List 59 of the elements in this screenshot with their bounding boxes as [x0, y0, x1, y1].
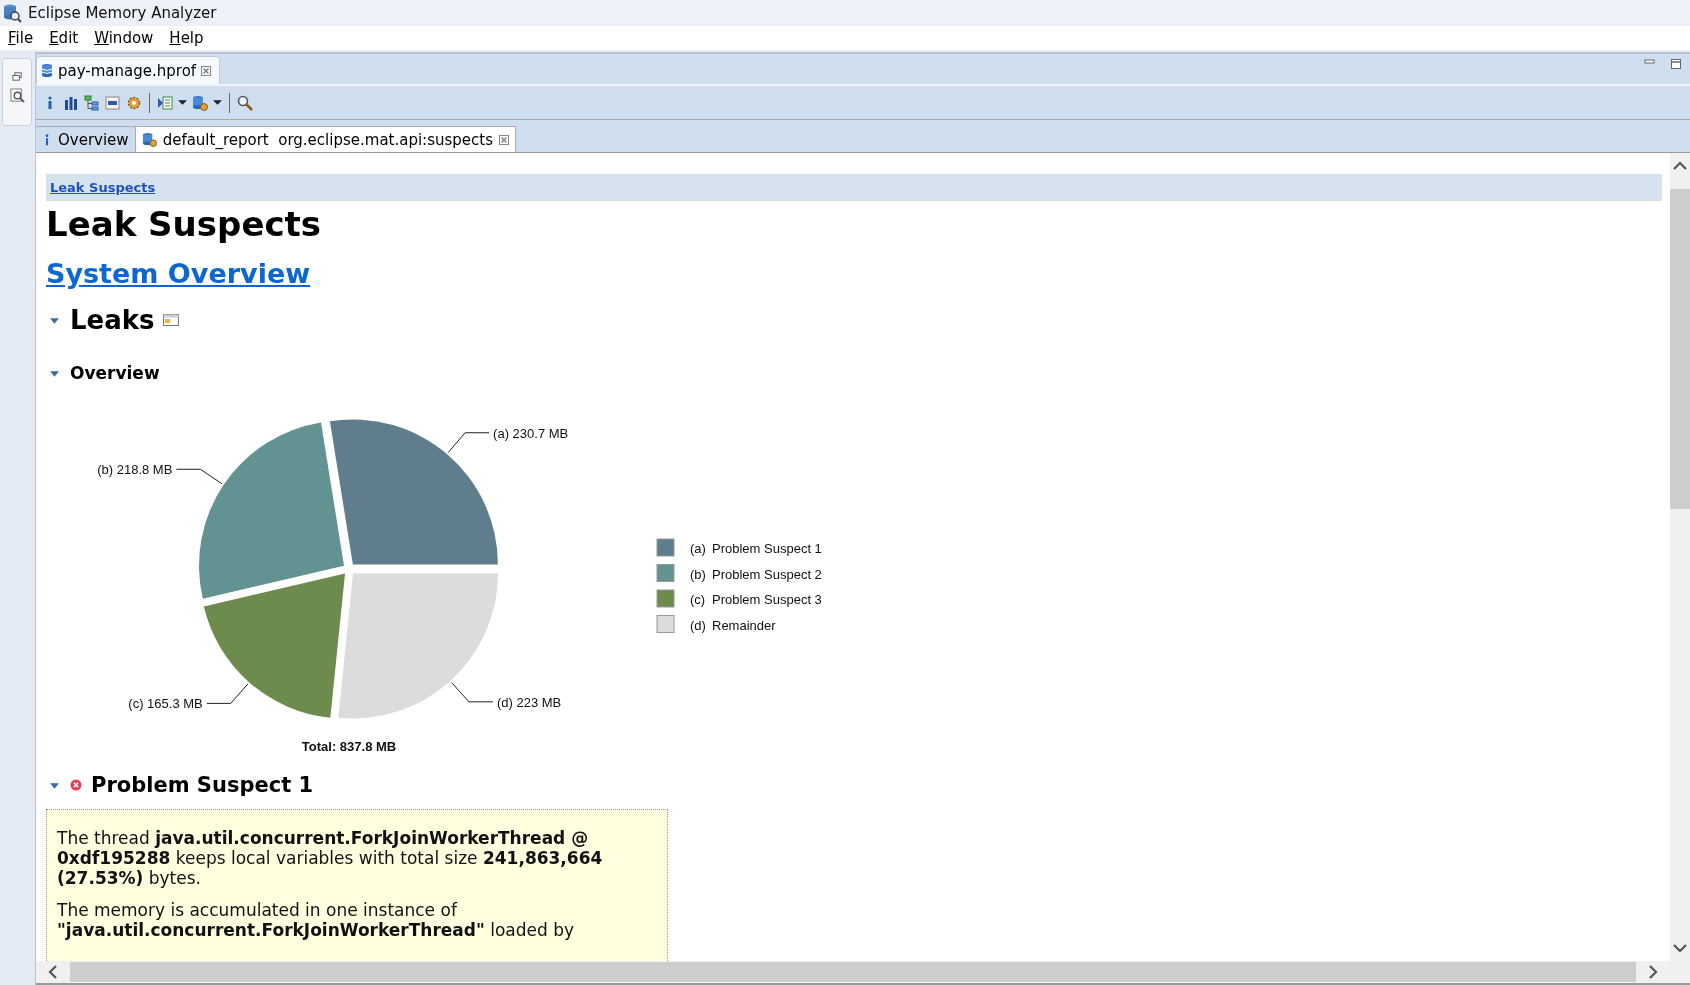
- view-tab[interactable]: default_report org.eclipse.mat.api:suspects: [135, 126, 516, 152]
- dropdown-caret-icon[interactable]: [178, 98, 187, 107]
- menu-item[interactable]: Help: [161, 29, 212, 47]
- data-label: (a) 230.7 MB: [493, 425, 569, 441]
- gear-icon[interactable]: [126, 94, 142, 111]
- tree-icon[interactable]: [84, 94, 100, 111]
- description-paragraph: The thread java.util.concurrent.ForkJoinWorkerThread @ 0xdf195288 keeps local variables with total size 241,863,664 (27.53%) bytes.: [57, 828, 604, 888]
- error-icon: [70, 779, 82, 791]
- query-icon[interactable]: [105, 94, 121, 111]
- scrollbar-thumb[interactable]: [1670, 189, 1690, 509]
- data-label: (b) 218.8 MB: [97, 462, 173, 478]
- vertical-scrollbar[interactable]: [1670, 153, 1690, 961]
- chart-total: Total: 837.8 MB: [301, 739, 397, 754]
- page-title: Leak Suspects: [46, 203, 322, 245]
- legend-label: Problem Suspect 3: [712, 592, 822, 607]
- horizontal-scrollbar[interactable]: [36, 961, 1690, 985]
- legend-marker: (d): [690, 617, 706, 633]
- section-title: Problem Suspect 1: [91, 773, 314, 797]
- report-icon[interactable]: [157, 94, 173, 111]
- dropdown-caret-icon[interactable]: [213, 98, 222, 107]
- database-gear-icon: [141, 132, 157, 147]
- breadcrumb-link[interactable]: Leak Suspects: [50, 180, 156, 195]
- maximize-icon[interactable]: [1670, 58, 1682, 70]
- legend-label: Problem Suspect 2: [712, 566, 822, 582]
- window-title: Eclipse Memory Analyzer: [28, 4, 217, 22]
- leader-line: [447, 432, 490, 454]
- legend-label: Problem Suspect 1: [712, 541, 822, 556]
- data-label: (d) 223 MB: [497, 694, 562, 710]
- database-gear-icon[interactable]: [192, 94, 208, 111]
- legend-marker: (b): [690, 566, 706, 582]
- section-title: Overview: [70, 363, 160, 383]
- menu-item[interactable]: Window: [86, 29, 162, 47]
- close-icon[interactable]: [499, 134, 509, 145]
- leader-line: [206, 683, 249, 704]
- search-icon[interactable]: [237, 94, 253, 111]
- scroll-left-icon[interactable]: [48, 965, 58, 979]
- section-title: Leaks: [70, 305, 155, 335]
- inspector-icon[interactable]: [9, 88, 25, 103]
- scrollbar-thumb[interactable]: [70, 962, 1636, 982]
- bar-chart-icon[interactable]: [63, 94, 79, 111]
- editor-tab[interactable]: pay-manage.hprof: [36, 56, 221, 84]
- description-paragraph: The memory is accumulated in one instance of "java.util.concurrent.ForkJoinWorkerThread" loaded by: [57, 900, 576, 940]
- menu-item[interactable]: Edit: [41, 29, 87, 47]
- overview-link[interactable]: System Overview: [46, 257, 311, 291]
- scroll-up-icon[interactable]: [1673, 161, 1687, 171]
- legend-marker: (c): [690, 592, 706, 607]
- view-tab[interactable]: Overview: [36, 126, 136, 152]
- restore-icon[interactable]: [11, 71, 23, 82]
- window-icon[interactable]: [162, 314, 179, 326]
- leader-line: [451, 682, 494, 703]
- legend-label: Remainder: [712, 617, 776, 633]
- menu-item[interactable]: File: [0, 29, 42, 47]
- legend-marker: (a): [690, 541, 706, 556]
- data-label: (c) 165.3 MB: [128, 696, 203, 712]
- scroll-down-icon[interactable]: [1673, 943, 1687, 953]
- close-icon[interactable]: [201, 65, 212, 76]
- scroll-right-icon[interactable]: [1648, 965, 1658, 979]
- database-icon: [41, 62, 53, 79]
- leader-line: [175, 468, 223, 485]
